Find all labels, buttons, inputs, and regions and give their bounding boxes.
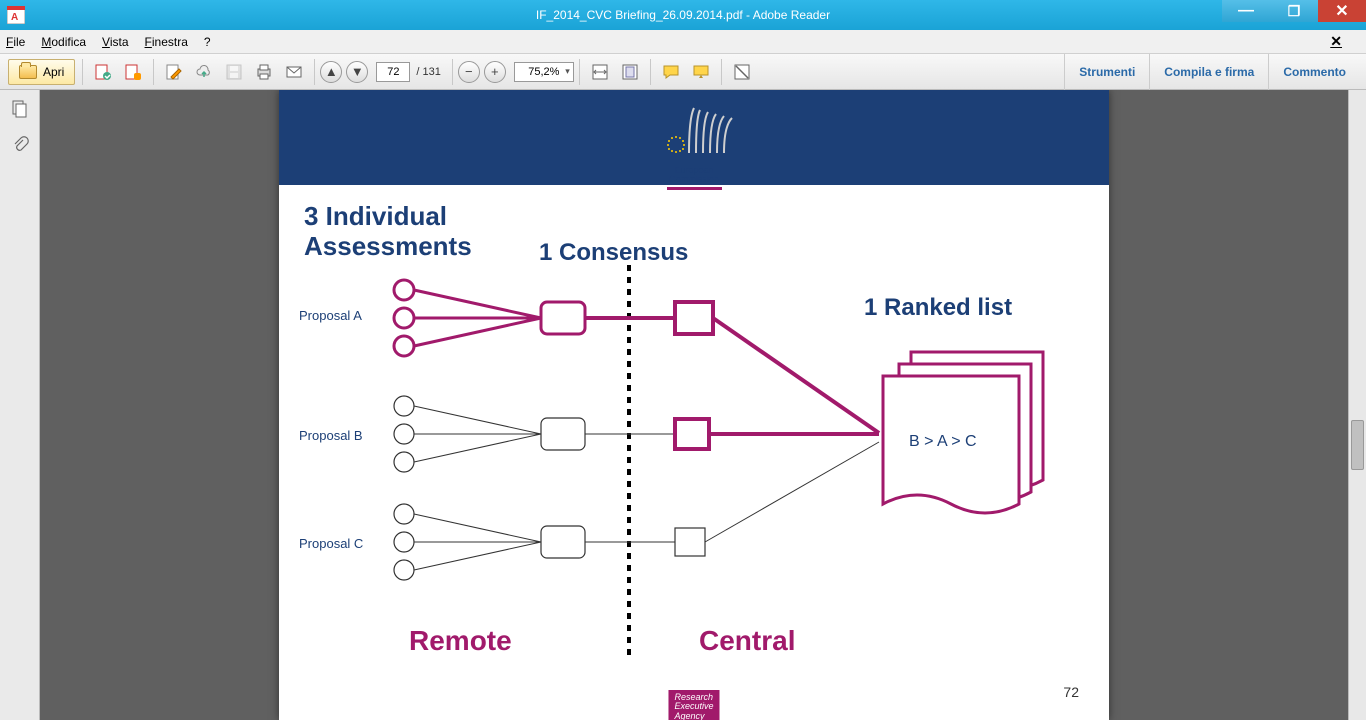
right-tools: Strumenti Compila e firma Commento — [1064, 54, 1360, 90]
menu-modifica[interactable]: Modifica — [41, 35, 86, 49]
tools-panel-button[interactable]: Strumenti — [1064, 54, 1149, 90]
workspace: EuropeanCommission 3 Individual Assessme… — [0, 90, 1366, 720]
vertical-scrollbar[interactable] — [1348, 90, 1366, 720]
edit-button[interactable] — [161, 59, 187, 85]
highlight-button[interactable] — [688, 59, 714, 85]
label-proposal-b: Proposal B — [299, 428, 363, 443]
heading-ranked: 1 Ranked list — [864, 294, 1012, 321]
ranked-list-graphic: B > A > C — [883, 352, 1043, 513]
document-close-button[interactable]: ✕ — [1330, 33, 1342, 50]
create-pdf-button[interactable] — [120, 59, 146, 85]
zoom-select[interactable]: 75,2% — [514, 62, 574, 82]
rea-logo: ResearchExecutiveAgency — [668, 690, 719, 720]
heading-assessments-l2: Assessments — [304, 231, 472, 261]
label-remote: Remote — [409, 625, 512, 656]
page-number-input[interactable] — [376, 62, 410, 82]
menubar: File Modifica Vista Finestra ? ✕ — [0, 30, 1366, 54]
slide-body: 3 Individual Assessments 1 Consensus 1 R… — [279, 190, 1109, 720]
zoom-out-button[interactable]: − — [458, 61, 480, 83]
zoom-in-button[interactable]: + — [484, 61, 506, 83]
eu-label: EuropeanCommission — [634, 166, 754, 185]
open-label: Apri — [43, 65, 64, 79]
titlebar: A IF_2014_CVC Briefing_26.09.2014.pdf - … — [0, 0, 1366, 30]
fit-page-button[interactable] — [617, 59, 643, 85]
navigation-rail — [0, 90, 40, 720]
open-button[interactable]: Apri — [8, 59, 75, 85]
comment-button[interactable] — [658, 59, 684, 85]
heading-assessments-l1: 3 Individual — [304, 201, 447, 231]
scroll-thumb[interactable] — [1351, 420, 1364, 470]
thumbnails-icon[interactable] — [11, 100, 29, 118]
window-title: IF_2014_CVC Briefing_26.09.2014.pdf - Ad… — [536, 8, 830, 22]
document-area[interactable]: EuropeanCommission 3 Individual Assessme… — [40, 90, 1348, 720]
app-icon: A — [2, 3, 30, 27]
maximize-button[interactable]: ❐ — [1270, 0, 1318, 22]
save-button[interactable] — [221, 59, 247, 85]
menu-vista[interactable]: Vista — [102, 35, 128, 49]
heading-consensus: 1 Consensus — [539, 239, 688, 266]
page-total-label: / 131 — [416, 66, 440, 78]
menu-file[interactable]: File — [6, 35, 25, 49]
svg-text:A: A — [11, 12, 18, 23]
minimize-button[interactable]: — — [1222, 0, 1270, 22]
comment-panel-button[interactable]: Commento — [1268, 54, 1360, 90]
fill-sign-panel-button[interactable]: Compila e firma — [1149, 54, 1268, 90]
cloud-button[interactable] — [191, 59, 217, 85]
label-proposal-c: Proposal C — [299, 536, 363, 551]
label-proposal-a: Proposal A — [299, 308, 362, 323]
page-down-button[interactable]: ▼ — [346, 61, 368, 83]
print-button[interactable] — [251, 59, 277, 85]
page-up-button[interactable]: ▲ — [320, 61, 342, 83]
page-number: 72 — [1063, 684, 1079, 700]
pdf-page: EuropeanCommission 3 Individual Assessme… — [279, 90, 1109, 720]
menu-finestra[interactable]: Finestra — [145, 35, 188, 49]
toolbar: Apri ▲ ▼ / 131 − + 75,2% Strumenti Compi… — [0, 54, 1366, 90]
attachments-icon[interactable] — [11, 136, 29, 154]
label-central: Central — [699, 625, 795, 656]
window-controls: — ❐ ✕ — [1222, 0, 1366, 24]
email-button[interactable] — [281, 59, 307, 85]
export-pdf-button[interactable] — [90, 59, 116, 85]
close-button[interactable]: ✕ — [1318, 0, 1366, 22]
eu-commission-logo: EuropeanCommission — [634, 98, 754, 190]
read-mode-button[interactable] — [729, 59, 755, 85]
fit-width-button[interactable] — [587, 59, 613, 85]
folder-icon — [19, 65, 37, 79]
menu-help[interactable]: ? — [204, 35, 211, 49]
ranking-text: B > A > C — [909, 433, 977, 450]
